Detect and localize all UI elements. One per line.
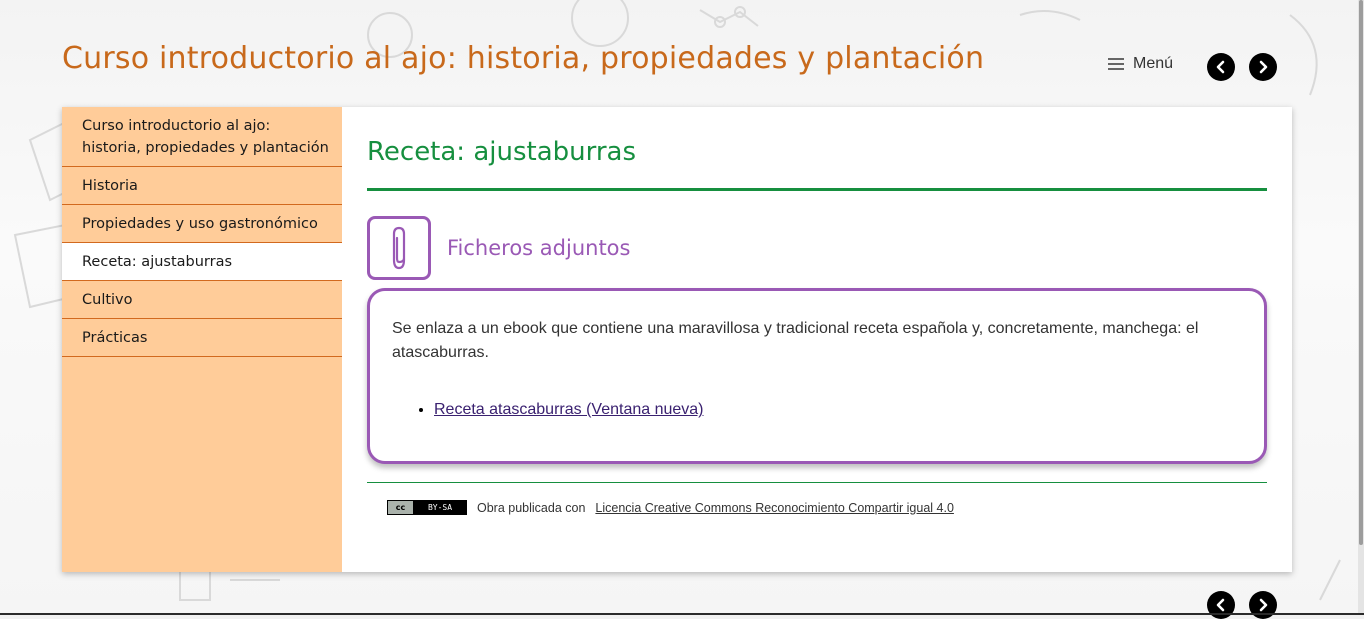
sidebar-item-receta[interactable]: Receta: ajustaburras [62,243,342,281]
sidebar-item-home[interactable]: Curso introductorio al ajo: historia, pr… [62,107,342,167]
recipe-link[interactable]: Receta atascaburras (Ventana nueva) [434,401,704,418]
attachments-box: Se enlaza a un ebook que contiene una ma… [367,288,1267,464]
site-title: Curso introductorio al ajo: historia, pr… [62,41,984,76]
chevron-left-icon [1214,60,1228,74]
chevron-left-icon [1214,598,1228,612]
list-item: Receta atascaburras (Ventana nueva) [434,401,1242,419]
scrollbar-thumb[interactable] [1359,0,1363,545]
license-link[interactable]: Licencia Creative Commons Reconocimiento… [595,501,954,515]
menu-button[interactable]: Menú [1108,55,1173,73]
cc-logo: cc [388,501,414,514]
next-page-button[interactable] [1249,53,1277,81]
content-card: Curso introductorio al ajo: historia, pr… [62,107,1292,572]
chevron-right-icon [1256,60,1270,74]
paperclip-icon [384,224,414,272]
attachment-icon-box [367,216,431,280]
sidebar-item-cultivo[interactable]: Cultivo [62,281,342,319]
footer-divider [367,482,1267,483]
license-prefix: Obra publicada con [477,501,585,515]
attachments-title: Ficheros adjuntos [447,236,630,260]
main-content: Receta: ajustaburras Ficheros adjuntos S… [367,107,1267,280]
cc-license-badge[interactable]: cc BY-SA [387,500,467,515]
prev-page-button[interactable] [1207,53,1235,81]
hamburger-icon [1108,58,1124,70]
menu-label: Menú [1133,55,1173,73]
license-footer: cc BY-SA Obra publicada con Licencia Cre… [387,500,954,515]
attachments-description: Se enlaza a un ebook que contiene una ma… [392,317,1242,365]
attachments-header: Ficheros adjuntos [367,216,1267,280]
chevron-right-icon [1256,598,1270,612]
sidebar-item-historia[interactable]: Historia [62,167,342,205]
attachments-list: Receta atascaburras (Ventana nueva) [392,401,1242,419]
page-title: Receta: ajustaburras [367,107,1267,191]
scrollbar[interactable] [1358,0,1364,615]
by-sa-label: BY-SA [414,501,466,514]
sidebar-item-propiedades[interactable]: Propiedades y uso gastronómico [62,205,342,243]
sidebar-nav: Curso introductorio al ajo: historia, pr… [62,107,342,572]
sidebar-item-practicas[interactable]: Prácticas [62,319,342,357]
